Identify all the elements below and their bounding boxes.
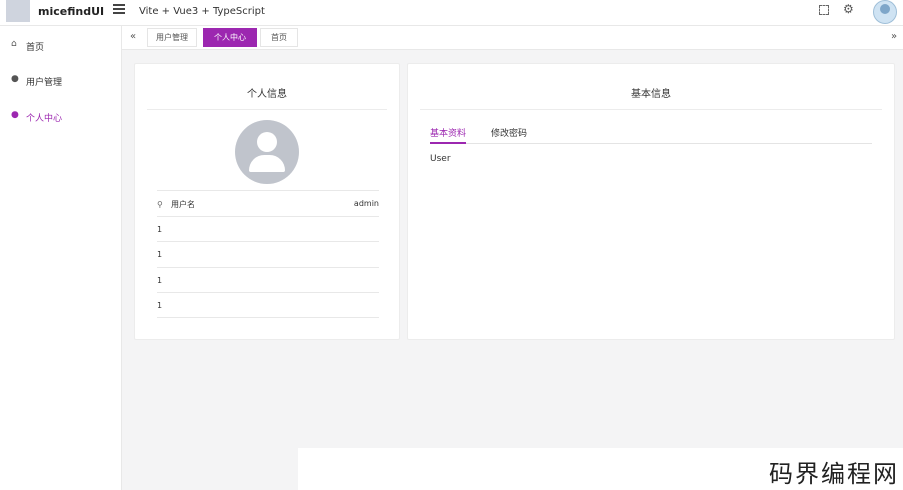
sidebar: ⌂ 首页 ● 用户管理 ● 个人中心 [0,26,122,490]
profile-avatar[interactable] [235,120,299,184]
fullscreen-icon[interactable] [819,5,829,15]
user-icon: ● [11,110,19,120]
top-bar: micefindUI Vite + Vue3 + TypeScript ⚙ [0,0,903,26]
sidebar-item-user-management[interactable]: ● 用户管理 [0,71,122,91]
profile-row: 1 [157,216,379,242]
tabs-scroll-left-icon[interactable]: « [130,31,136,42]
watermark: 码界编程网 [298,448,903,490]
home-icon: ⌂ [11,39,17,49]
sidebar-item-label: 首页 [26,43,45,53]
gear-icon[interactable]: ⚙ [843,2,854,16]
profile-card-title: 个人信息 [247,89,287,100]
brand-name: micefindUI [38,5,105,18]
sidebar-item-personal-center[interactable]: ● 个人中心 [0,107,122,127]
tab-change-password[interactable]: 修改密码 [491,126,527,139]
user-outline-icon: ⚲ [157,200,163,209]
menu-toggle-icon[interactable] [113,4,125,16]
sidebar-item-label: 个人中心 [26,114,63,124]
sidebar-item-label: 用户管理 [26,78,63,88]
tabs-bar: « 用户管理 个人中心 首页 » [122,26,903,50]
divider [420,109,882,110]
row-value: admin [353,199,379,208]
tab-user-management[interactable]: 用户管理 [147,28,197,47]
row-key: 1 [157,225,163,234]
watermark-text: 码界编程网 [769,460,899,488]
basic-info-title: 基本信息 [631,89,671,100]
divider [147,109,387,110]
profile-row: 1 [157,292,379,318]
row-key: 1 [157,250,163,259]
basic-info-card: 基本信息 基本资料 修改密码 User [407,63,895,340]
sidebar-item-home[interactable]: ⌂ 首页 [0,36,122,56]
profile-row-username: ⚲ 用户名 admin [157,190,379,216]
row-key: 1 [157,276,163,285]
tab-personal-center[interactable]: 个人中心 [203,28,257,47]
row-key: 1 [157,301,163,310]
tabs-scroll-right-icon[interactable]: » [891,31,897,42]
profile-row: 1 [157,241,379,267]
main-content: « 用户管理 个人中心 首页 » 个人信息 ⚲ 用户名 admin 1 1 1 1… [122,26,903,490]
app-title: Vite + Vue3 + TypeScript [139,6,265,17]
logo [6,0,30,22]
tabs-divider [430,143,872,144]
user-icon: ● [11,74,19,84]
basic-info-content: User [430,154,451,164]
user-avatar[interactable] [873,0,897,24]
row-key: 用户名 [171,200,195,209]
profile-row: 1 [157,267,379,293]
profile-card: 个人信息 ⚲ 用户名 admin 1 1 1 1 [134,63,400,340]
active-tab-indicator [430,142,466,144]
tab-home[interactable]: 首页 [260,28,298,47]
tab-basic-profile[interactable]: 基本资料 [430,126,466,139]
